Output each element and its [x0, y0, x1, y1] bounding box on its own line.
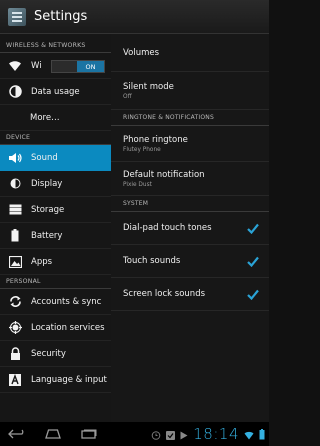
sidebar-item-label: Display [31, 178, 63, 189]
section-header-personal: PERSONAL [0, 275, 111, 289]
dialpad-tones-item[interactable]: Dial-pad touch tones [111, 212, 269, 245]
sidebar-item-more[interactable]: More… [0, 105, 111, 131]
sidebar-item-label: Apps [31, 256, 53, 267]
section-header-system: SYSTEM [111, 196, 269, 212]
sidebar-item-label: Accounts & sync [31, 296, 102, 307]
sidebar-item-label: Security [31, 348, 66, 359]
silent-mode-label: Silent mode [123, 81, 174, 92]
battery-status-icon [259, 425, 265, 444]
dialpad-tones-label: Dial-pad touch tones [123, 223, 212, 233]
home-icon[interactable] [42, 427, 64, 441]
clock: 18:14 [193, 425, 239, 443]
speaker-icon [8, 151, 22, 165]
phone-ringtone-summary: Flutey Phone [123, 146, 161, 153]
location-icon [8, 321, 22, 335]
touch-sounds-label: Touch sounds [123, 256, 181, 266]
notification-icon [166, 425, 176, 444]
screen-lock-sounds-checkbox[interactable] [247, 288, 259, 300]
sidebar-item-storage[interactable]: Storage [0, 197, 111, 223]
storage-icon [8, 203, 22, 217]
sidebar-item-apps[interactable]: Apps [0, 249, 111, 275]
screen-lock-sounds-label: Screen lock sounds [123, 289, 206, 299]
touch-sounds-item[interactable]: Touch sounds [111, 245, 269, 278]
sidebar-item-sound[interactable]: Sound [0, 145, 111, 171]
sidebar-item-label: Language & input [31, 374, 107, 385]
volumes-label: Volumes [123, 47, 160, 58]
sound-settings-pane: Volumes Silent mode Off RINGTONE & NOTIF… [111, 34, 269, 422]
data-usage-icon [8, 85, 22, 99]
language-icon [8, 373, 22, 387]
sidebar-item-label: Wi [31, 60, 42, 71]
settings-app-icon[interactable] [8, 7, 26, 26]
silent-mode-item[interactable]: Silent mode Off [111, 72, 269, 110]
section-header-ringtone: RINGTONE & NOTIFICATIONS [111, 110, 269, 126]
default-notification-item[interactable]: Default notification Pixie Dust [111, 162, 269, 196]
back-icon[interactable] [6, 427, 28, 441]
section-header-device: DEVICE [0, 131, 111, 145]
sidebar-item-security[interactable]: Security [0, 341, 111, 367]
wifi-icon [8, 59, 22, 73]
default-notification-label: Default notification [123, 169, 205, 180]
settings-headers-list: WIRELESS & NETWORKS Wi ON Data usage Mor… [0, 34, 111, 422]
system-nav-bar: 18:14 [0, 422, 269, 446]
silent-mode-summary: Off [123, 93, 132, 100]
phone-ringtone-item[interactable]: Phone ringtone Flutey Phone [111, 126, 269, 162]
lock-icon [8, 347, 22, 361]
sidebar-item-location[interactable]: Location services [0, 315, 111, 341]
dialpad-tones-checkbox[interactable] [247, 222, 259, 234]
sidebar-item-label: Battery [31, 230, 63, 241]
default-notification-summary: Pixie Dust [123, 181, 152, 188]
battery-icon [8, 229, 22, 243]
sidebar-item-data-usage[interactable]: Data usage [0, 79, 111, 105]
sidebar-item-label: Data usage [31, 86, 80, 97]
touch-sounds-checkbox[interactable] [247, 255, 259, 267]
status-area[interactable]: 18:14 [151, 422, 265, 446]
apps-icon [8, 255, 22, 269]
alarm-icon [151, 425, 161, 444]
section-header-wireless: WIRELESS & NETWORKS [0, 34, 111, 53]
play-store-icon [180, 425, 188, 444]
wifi-signal-icon [244, 425, 254, 444]
sidebar-item-label: Storage [31, 204, 65, 215]
sidebar-item-label: Sound [31, 152, 58, 163]
page-title: Settings [34, 9, 88, 24]
wifi-toggle-on-label: ON [77, 61, 104, 72]
phone-ringtone-label: Phone ringtone [123, 134, 188, 145]
sidebar-item-label: Location services [31, 322, 105, 333]
action-bar: Settings [0, 0, 269, 34]
sync-icon [8, 295, 22, 309]
sidebar-item-wifi[interactable]: Wi ON [0, 53, 111, 79]
sidebar-item-language[interactable]: Language & input [0, 367, 111, 393]
wifi-toggle[interactable]: ON [51, 60, 105, 73]
sidebar-item-accounts[interactable]: Accounts & sync [0, 289, 111, 315]
sidebar-item-battery[interactable]: Battery [0, 223, 111, 249]
volumes-item[interactable]: Volumes [111, 34, 269, 72]
sidebar-item-display[interactable]: Display [0, 171, 111, 197]
brightness-icon [8, 177, 22, 191]
screen-lock-sounds-item[interactable]: Screen lock sounds [111, 278, 269, 311]
recent-apps-icon[interactable] [78, 427, 100, 441]
sidebar-item-label: More… [30, 112, 60, 123]
